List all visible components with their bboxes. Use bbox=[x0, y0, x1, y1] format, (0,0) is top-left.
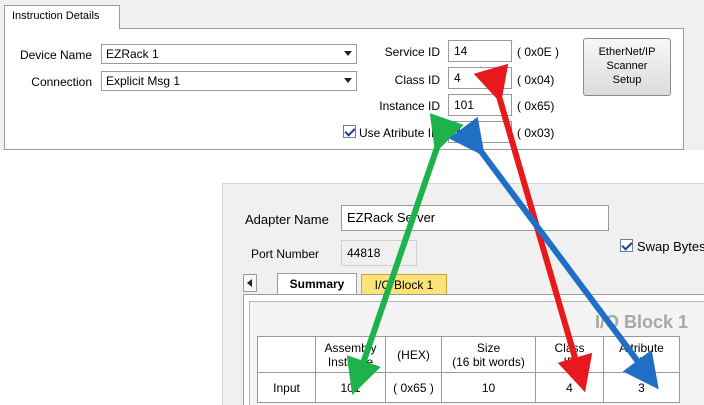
header-text: Assembly bbox=[324, 340, 377, 355]
instance-id-field[interactable]: 101 bbox=[448, 94, 512, 116]
header-text: Instance bbox=[327, 354, 374, 369]
tab-io-block-1[interactable]: I/O Block 1 bbox=[361, 274, 447, 296]
cell-assembly-instance: 101 bbox=[315, 372, 386, 403]
header-attribute-id: Attribute ID bbox=[603, 336, 680, 373]
adapter-panel: Adapter Name EZRack Server Port Number 4… bbox=[222, 183, 704, 405]
cell-direction: Input bbox=[257, 372, 316, 403]
ethernet-ip-scanner-setup-button[interactable]: EtherNet/IP Scanner Setup bbox=[583, 38, 671, 96]
header-size: Size (16 bit words) bbox=[441, 336, 536, 373]
header-text: Size bbox=[476, 340, 501, 355]
cell-attribute-id: 3 bbox=[603, 372, 680, 403]
instance-id-label: Instance ID bbox=[379, 99, 440, 113]
header-empty bbox=[257, 336, 316, 373]
port-number-label: Port Number bbox=[251, 247, 320, 261]
use-attribute-label: Use Atribute ID bbox=[359, 126, 440, 140]
service-id-field[interactable]: 14 bbox=[448, 40, 512, 62]
swap-bytes-label: Swap Bytes bbox=[637, 239, 704, 254]
header-text: (HEX) bbox=[397, 347, 430, 362]
scanner-button-line-2: Scanner bbox=[606, 60, 648, 72]
chevron-down-icon bbox=[344, 78, 352, 83]
header-text: ID bbox=[635, 354, 648, 369]
adapter-name-field[interactable]: EZRack Server bbox=[341, 205, 609, 231]
header-text: (16 bit words) bbox=[452, 354, 525, 369]
table-header-row: Assembly Instance (HEX) Size (16 bit wor… bbox=[257, 336, 680, 373]
port-number-field: 44818 bbox=[341, 240, 417, 266]
chevron-down-icon bbox=[344, 51, 352, 56]
header-hex: (HEX) bbox=[385, 336, 442, 373]
service-id-label: Service ID bbox=[384, 45, 440, 59]
header-text: ID bbox=[563, 354, 576, 369]
attribute-id-field[interactable]: 3 bbox=[448, 121, 512, 143]
scanner-button-line-1: EtherNet/IP bbox=[598, 46, 656, 58]
header-text: Attribute bbox=[619, 340, 664, 355]
class-id-hex: ( 0x04) bbox=[517, 73, 555, 87]
instruction-details-panel: Instruction Details Device Name EZRack 1… bbox=[0, 0, 704, 150]
adapter-name-label: Adapter Name bbox=[245, 212, 329, 227]
cell-hex: ( 0x65 ) bbox=[385, 372, 442, 403]
header-assembly-instance: Assembly Instance bbox=[315, 336, 386, 373]
device-name-value: EZRack 1 bbox=[106, 47, 159, 61]
cell-size: 10 bbox=[441, 372, 536, 403]
swap-bytes-checkbox[interactable] bbox=[620, 239, 633, 252]
class-id-label: Class ID bbox=[394, 73, 440, 87]
tab-summary[interactable]: Summary bbox=[277, 273, 357, 295]
device-name-label: Device Name bbox=[19, 48, 92, 62]
connection-dropdown[interactable]: Explicit Msg 1 bbox=[101, 71, 357, 91]
class-id-field[interactable]: 4 bbox=[448, 67, 512, 89]
cell-class-id: 4 bbox=[535, 372, 604, 403]
use-attribute-checkbox[interactable] bbox=[343, 125, 356, 138]
io-block-title: I/O Block 1 bbox=[595, 312, 689, 332]
table-row[interactable]: Input 101 ( 0x65 ) 10 4 3 bbox=[257, 372, 680, 403]
device-name-dropdown[interactable]: EZRack 1 bbox=[101, 44, 357, 64]
header-text: Class bbox=[554, 340, 585, 355]
header-class-id: Class ID bbox=[535, 336, 604, 373]
tab-instruction-details[interactable]: Instruction Details bbox=[4, 5, 120, 29]
scanner-button-line-3: Setup bbox=[612, 74, 642, 86]
attribute-id-hex: ( 0x03) bbox=[517, 126, 555, 140]
connection-label: Connection bbox=[31, 75, 92, 89]
io-block-table: Assembly Instance (HEX) Size (16 bit wor… bbox=[257, 336, 680, 403]
scroll-left-button[interactable] bbox=[243, 274, 257, 292]
connection-value: Explicit Msg 1 bbox=[106, 74, 181, 88]
service-id-hex: ( 0x0E ) bbox=[517, 45, 560, 59]
instance-id-hex: ( 0x65) bbox=[517, 99, 555, 113]
